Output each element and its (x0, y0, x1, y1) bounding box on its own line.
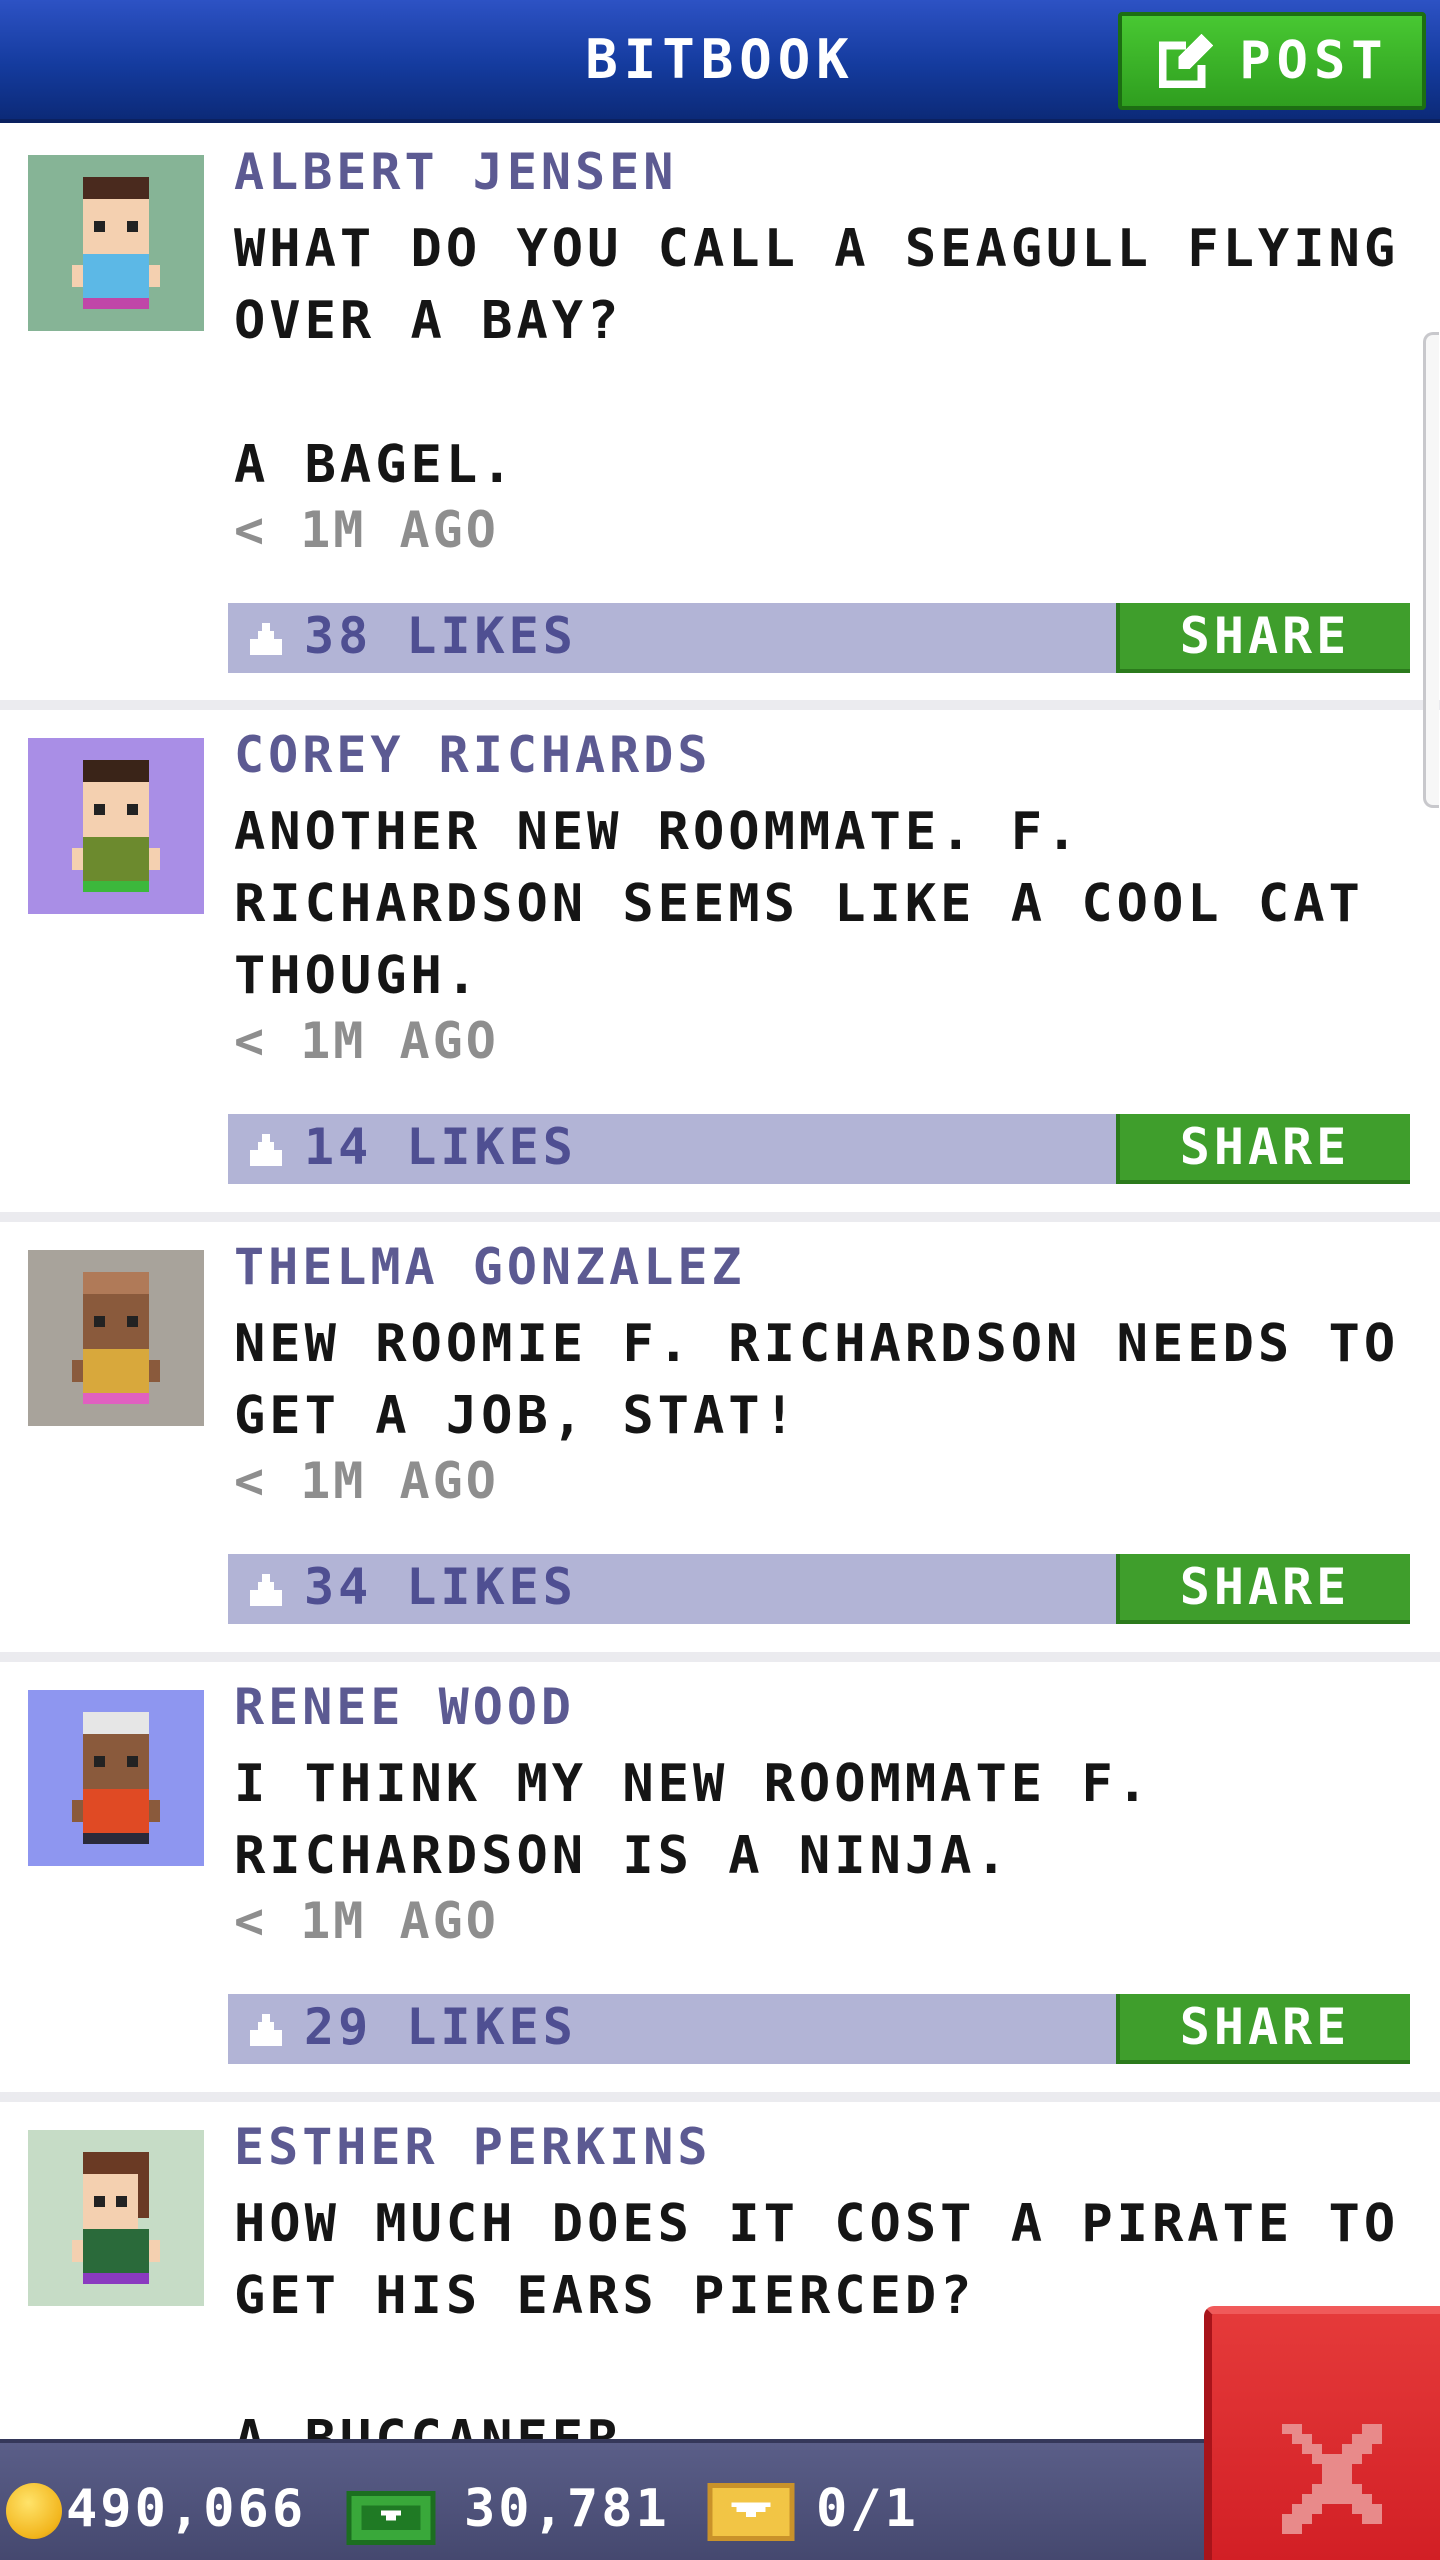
share-button[interactable]: SHARE (1116, 603, 1410, 673)
like-bar: 38 LIKES SHARE (228, 603, 1410, 673)
avatar[interactable] (28, 155, 204, 331)
post-text: I THINK MY NEW ROOMMATE F. RICHARDSON IS… (234, 1754, 1152, 1886)
close-icon (1282, 2424, 1382, 2534)
avatar-icon (72, 177, 160, 309)
like-count: 29 LIKES (304, 1998, 577, 2056)
coin-count: 490,066 (66, 2479, 307, 2539)
post-author[interactable]: ESTHER PERKINS (234, 2118, 711, 2176)
ticket-icon (707, 2483, 795, 2541)
app-header: BITBOOK POST (0, 0, 1440, 123)
post-text: ANOTHER NEW ROOMMATE. F. RICHARDSON SEEM… (234, 802, 1364, 1006)
post-author[interactable]: ALBERT JENSEN (234, 143, 677, 201)
avatar[interactable] (28, 2130, 204, 2306)
avatar-icon (72, 1272, 160, 1404)
avatar-icon (72, 2152, 160, 2284)
post-time: < 1M AGO (234, 1892, 499, 1950)
like-count: 34 LIKES (304, 1558, 577, 1616)
bux-count: 30,781 (464, 2479, 670, 2539)
post-text: NEW ROOMIE F. RICHARDSON NEEDS TO GET A … (234, 1314, 1400, 1446)
post-item: THELMA GONZALEZ NEW ROOMIE F. RICHARDSON… (0, 1222, 1440, 1662)
cash-icon (346, 2490, 436, 2545)
post-item: RENEE WOOD I THINK MY NEW ROOMMATE F. RI… (0, 1662, 1440, 2102)
like-icon[interactable] (246, 1130, 286, 1170)
post-item: COREY RICHARDS ANOTHER NEW ROOMMATE. F. … (0, 710, 1440, 1222)
close-button[interactable] (1204, 2306, 1440, 2560)
post-item: ALBERT JENSEN WHAT DO YOU CALL A SEAGULL… (0, 127, 1440, 710)
like-count: 38 LIKES (304, 607, 577, 665)
like-bar: 29 LIKES SHARE (228, 1994, 1410, 2064)
feed[interactable]: ALBERT JENSEN WHAT DO YOU CALL A SEAGULL… (0, 127, 1440, 2439)
post-time: < 1M AGO (234, 501, 499, 559)
post-button[interactable]: POST (1118, 12, 1426, 110)
share-button[interactable]: SHARE (1116, 1994, 1410, 2064)
like-icon[interactable] (246, 1570, 286, 1610)
like-bar: 34 LIKES SHARE (228, 1554, 1410, 1624)
share-button[interactable]: SHARE (1116, 1554, 1410, 1624)
scrollbar-thumb[interactable] (1423, 332, 1439, 808)
like-bar: 14 LIKES SHARE (228, 1114, 1410, 1184)
share-button[interactable]: SHARE (1116, 1114, 1410, 1184)
avatar-icon (72, 760, 160, 892)
like-icon[interactable] (246, 619, 286, 659)
post-text: WHAT DO YOU CALL A SEAGULL FLYING OVER A… (234, 219, 1400, 495)
avatar[interactable] (28, 1690, 204, 1866)
post-author[interactable]: THELMA GONZALEZ (234, 1238, 746, 1296)
post-author[interactable]: COREY RICHARDS (234, 726, 711, 784)
avatar[interactable] (28, 738, 204, 914)
coin-icon (6, 2483, 62, 2539)
avatar[interactable] (28, 1250, 204, 1426)
ticket-count: 0/1 (816, 2479, 919, 2539)
post-time: < 1M AGO (234, 1012, 499, 1070)
edit-icon (1159, 33, 1214, 89)
post-button-label: POST (1239, 31, 1389, 91)
like-icon[interactable] (246, 2010, 286, 2050)
avatar-icon (72, 1712, 160, 1844)
post-author[interactable]: RENEE WOOD (234, 1678, 575, 1736)
like-count: 14 LIKES (304, 1118, 577, 1176)
post-time: < 1M AGO (234, 1452, 499, 1510)
